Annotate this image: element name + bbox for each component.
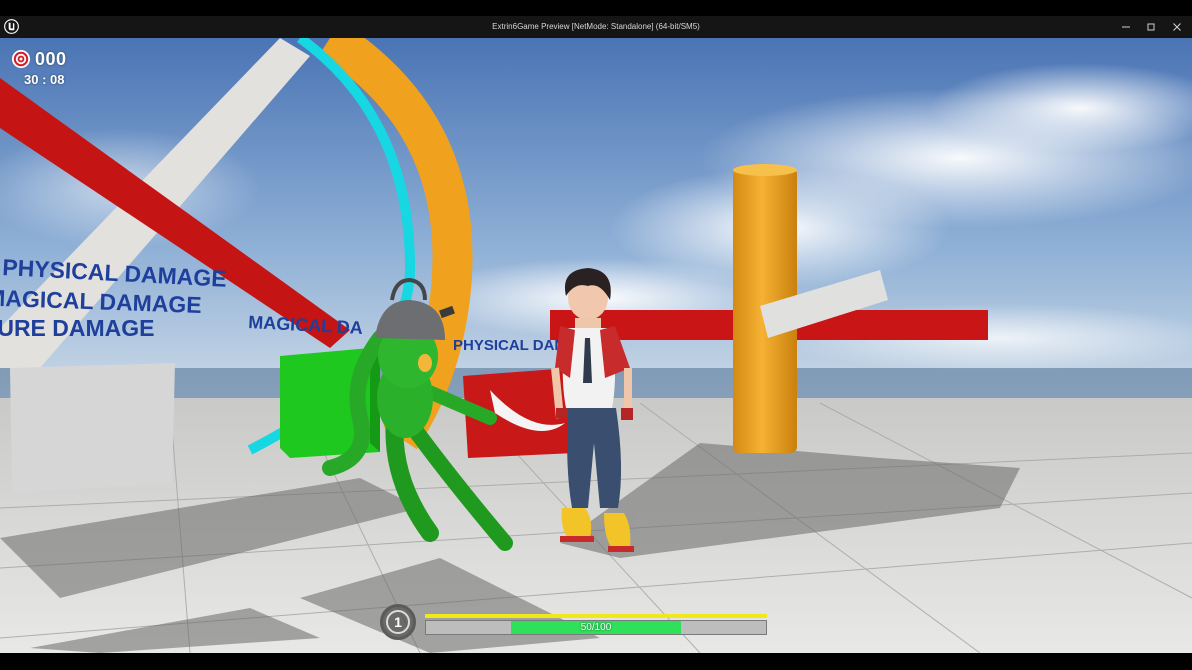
sign-physical-mid: PHYSICAL DAM xyxy=(453,337,567,354)
close-icon xyxy=(1173,23,1181,31)
experience-fill xyxy=(425,614,767,618)
sign-pure-left: PURE DAMAGE xyxy=(0,315,155,341)
health-bar: 50/100 xyxy=(425,620,767,635)
title-bar[interactable]: Extrin6Game Preview [NetMode: Standalone… xyxy=(0,16,1192,38)
score-display: 000 xyxy=(11,49,67,69)
experience-bar xyxy=(425,614,767,618)
close-button[interactable] xyxy=(1169,20,1185,34)
game-window: Extrin6Game Preview [NetMode: Standalone… xyxy=(0,0,1192,670)
grey-block xyxy=(10,363,175,493)
timer-display: 30 : 08 xyxy=(24,72,65,87)
health-label: 50/100 xyxy=(580,622,612,633)
score-value: 000 xyxy=(35,48,67,69)
level-badge: 1 xyxy=(380,604,416,640)
target-icon xyxy=(12,50,30,68)
game-viewport[interactable]: PHYSICAL DAMAGE MAGICAL DAMAGE PURE DAMA… xyxy=(0,38,1192,653)
maximize-button[interactable] xyxy=(1143,20,1159,34)
minimize-icon xyxy=(1122,26,1130,28)
game-scene: PHYSICAL DAMAGE MAGICAL DAMAGE PURE DAMA… xyxy=(0,38,1192,653)
maximize-icon xyxy=(1147,23,1155,31)
minimize-button[interactable] xyxy=(1118,20,1134,34)
window-title: Extrin6Game Preview [NetMode: Standalone… xyxy=(492,22,700,31)
level-value: 1 xyxy=(386,610,410,634)
